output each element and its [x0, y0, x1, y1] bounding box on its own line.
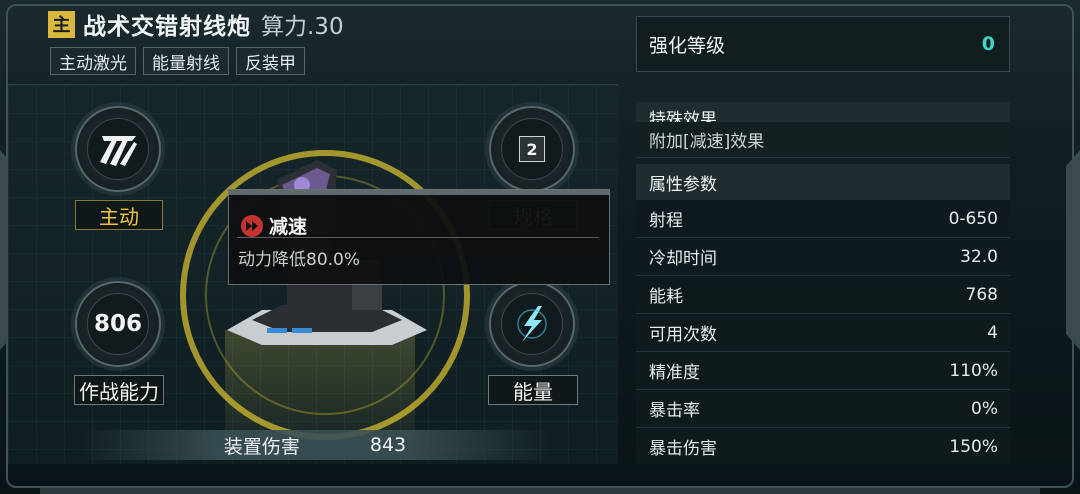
enhance-value: 0 — [981, 33, 995, 55]
combat-power-button[interactable]: 806 — [75, 281, 161, 367]
stat-value: 32.0 — [960, 246, 998, 267]
stat-label: 暴击伤害 — [649, 439, 717, 459]
stat-value: 4 — [987, 322, 998, 343]
special-effect-text: 附加[减速]效果 — [649, 132, 765, 152]
combat-label: 作战能力 — [74, 375, 164, 405]
stat-label: 暴击率 — [649, 401, 700, 421]
power-value: 算力.30 — [261, 14, 344, 40]
attribute-label: 属性参数 — [649, 174, 717, 195]
mode-button[interactable] — [75, 106, 161, 192]
damage-label: 装置伤害 — [223, 435, 300, 458]
header: 主 战术交错射线炮 算力.30 — [48, 6, 344, 42]
energy-icon-frame — [501, 293, 563, 355]
stat-row-cooldown: 冷却时间 32.0 — [636, 238, 1010, 276]
right-bracket — [1066, 150, 1080, 350]
stats-panel[interactable]: 特殊效果 附加[减速]效果 属性参数 射程 0-650 冷却时间 32.0 能耗… — [636, 102, 1010, 464]
stat-label: 能耗 — [649, 287, 683, 307]
stat-row-crit-damage: 暴击伤害 150% — [636, 428, 1010, 464]
weapon-title: 战术交错射线炮 — [83, 14, 251, 40]
special-effect-row: 附加[减速]效果 — [636, 122, 1010, 158]
stat-value: 0% — [971, 398, 998, 419]
lightning-icon — [517, 306, 547, 342]
spec-button[interactable]: 2 — [489, 106, 575, 192]
stat-value: 110% — [949, 360, 998, 381]
stat-value: 0-650 — [948, 208, 998, 229]
stat-label: 精准度 — [649, 363, 700, 383]
claw-slash-icon — [100, 136, 137, 166]
stat-value: 150% — [949, 436, 998, 457]
tooltip-header: 减速 — [241, 212, 307, 239]
main-weapon-badge: 主 — [48, 10, 75, 38]
energy-button[interactable] — [489, 281, 575, 367]
stat-row-crit-rate: 暴击率 0% — [636, 390, 1010, 428]
tag-anti-armor: 反装甲 — [236, 47, 305, 75]
tag-active-laser: 主动激光 — [50, 47, 136, 75]
mode-icon-frame — [87, 118, 149, 180]
special-effect-header: 特殊效果 — [636, 102, 1010, 122]
stat-row-uses: 可用次数 4 — [636, 314, 1010, 352]
stat-row-accuracy: 精准度 110% — [636, 352, 1010, 390]
tooltip-title: 减速 — [269, 216, 308, 238]
stat-value: 768 — [965, 284, 998, 305]
energy-label: 能量 — [488, 375, 578, 405]
damage-value: 843 — [369, 434, 407, 456]
attribute-header: 属性参数 — [636, 164, 1010, 200]
stat-label: 冷却时间 — [649, 249, 717, 269]
stat-row-energy-cost: 能耗 768 — [636, 276, 1010, 314]
tag-list: 主动激光 能量射线 反装甲 — [50, 47, 305, 75]
slow-icon — [241, 214, 263, 237]
tag-energy-beam: 能量射线 — [143, 47, 229, 75]
device-damage-bar: 装置伤害 843 — [80, 430, 550, 460]
slow-effect-tooltip: 减速 动力降低80.0% — [228, 189, 610, 285]
combat-value: 806 — [87, 293, 149, 355]
tooltip-top-bar — [229, 190, 609, 195]
level-value: 2 — [519, 136, 545, 162]
spec-icon-frame: 2 — [501, 118, 563, 180]
enhance-label: 强化等级 — [649, 34, 726, 57]
stat-label: 射程 — [649, 211, 683, 231]
stat-label: 可用次数 — [649, 325, 717, 345]
tooltip-description: 动力降低80.0% — [238, 250, 361, 270]
enhance-level-box[interactable]: 强化等级 0 — [636, 16, 1010, 72]
mode-label: 主动 — [75, 200, 163, 230]
tooltip-divider — [237, 237, 599, 238]
stat-row-range: 射程 0-650 — [636, 200, 1010, 238]
bottom-bar — [40, 488, 1040, 494]
special-effect-label: 特殊效果 — [649, 110, 717, 122]
